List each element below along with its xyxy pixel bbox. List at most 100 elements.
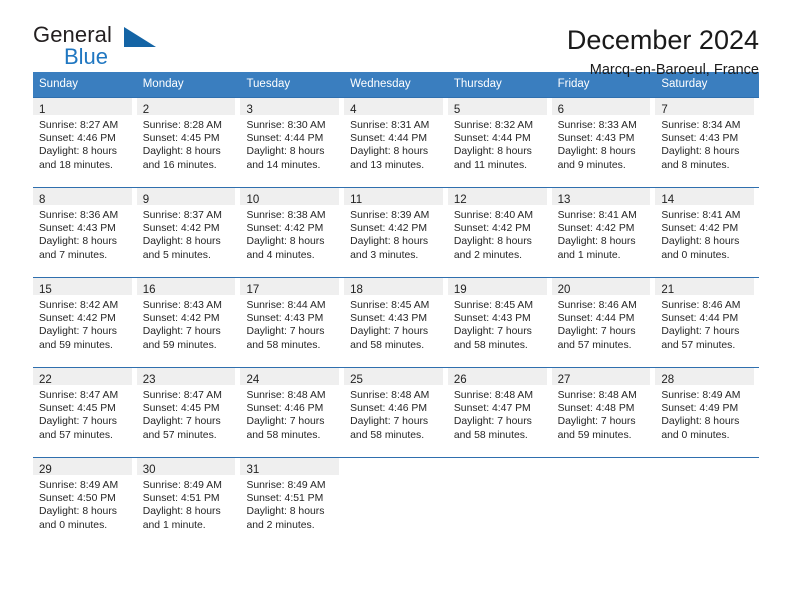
day-cell[interactable]: 9 Sunrise: 8:37 AM Sunset: 4:42 PM Dayli… [136, 187, 241, 277]
day-cell[interactable]: 23 Sunrise: 8:47 AM Sunset: 4:45 PM Dayl… [136, 367, 241, 457]
day-number: 11 [350, 194, 363, 206]
day-cell[interactable]: 6 Sunrise: 8:33 AM Sunset: 4:43 PM Dayli… [551, 97, 656, 187]
sunrise-text: Sunrise: 8:27 AM [39, 120, 119, 131]
day-cell[interactable]: 20 Sunrise: 8:46 AM Sunset: 4:44 PM Dayl… [551, 277, 656, 367]
page-header: General Blue December 2024 Marcq-en-Baro… [33, 0, 759, 78]
day-number: 10 [246, 194, 260, 206]
day-cell[interactable]: 3 Sunrise: 8:30 AM Sunset: 4:44 PM Dayli… [240, 97, 345, 187]
sunset-text: Sunset: 4:45 PM [39, 403, 116, 415]
sunset-text: Sunset: 4:43 PM [350, 313, 427, 325]
day-number-band: 26 [447, 368, 547, 386]
day-cell[interactable]: 12 Sunrise: 8:40 AM Sunset: 4:42 PM Dayl… [447, 187, 552, 277]
daylight-text-line2: and 2 minutes. [453, 249, 523, 261]
daylight-text-line2: and 58 minutes. [453, 429, 528, 441]
day-cell[interactable]: 22 Sunrise: 8:47 AM Sunset: 4:45 PM Dayl… [33, 367, 137, 457]
day-number: 19 [453, 284, 467, 296]
day-number: 14 [661, 194, 675, 206]
day-cell[interactable]: 7 Sunrise: 8:34 AM Sunset: 4:43 PM Dayli… [655, 97, 760, 187]
day-cell[interactable]: 13 Sunrise: 8:41 AM Sunset: 4:42 PM Dayl… [551, 187, 656, 277]
day-cell[interactable]: 18 Sunrise: 8:45 AM Sunset: 4:43 PM Dayl… [344, 277, 448, 367]
day-cell[interactable]: 5 Sunrise: 8:32 AM Sunset: 4:44 PM Dayli… [447, 97, 552, 187]
weekday-header-wednesday: Wednesday [350, 78, 411, 90]
sunrise-text: Sunrise: 8:48 AM [453, 390, 534, 401]
day-info: Sunrise: 8:40 AM Sunset: 4:42 PM Dayligh… [448, 205, 547, 262]
day-number: 30 [142, 464, 156, 476]
daylight-text-line1: Daylight: 8 hours [39, 146, 117, 158]
day-number-band: 18 [344, 278, 443, 296]
day-number-band: 27 [551, 368, 651, 386]
day-number-band: 20 [551, 278, 651, 296]
weekday-header-thursday: Thursday [453, 78, 502, 90]
day-number-band: 3 [240, 98, 340, 116]
day-cell[interactable]: 19 Sunrise: 8:45 AM Sunset: 4:43 PM Dayl… [447, 277, 552, 367]
sunset-text: Sunset: 4:51 PM [246, 493, 324, 505]
daylight-text-line2: and 2 minutes. [246, 519, 315, 531]
day-number: 31 [246, 464, 260, 476]
day-cell[interactable]: 21 Sunrise: 8:46 AM Sunset: 4:44 PM Dayl… [655, 277, 760, 367]
day-cell[interactable]: 26 Sunrise: 8:48 AM Sunset: 4:47 PM Dayl… [447, 367, 552, 457]
week-row: 1 Sunrise: 8:27 AM Sunset: 4:46 PM Dayli… [33, 97, 760, 187]
day-number: 29 [39, 464, 52, 476]
sunrise-text: Sunrise: 8:38 AM [246, 210, 326, 221]
day-number: 22 [39, 374, 52, 386]
daylight-text-line1: Daylight: 7 hours [246, 416, 325, 428]
day-cell[interactable]: 16 Sunrise: 8:43 AM Sunset: 4:42 PM Dayl… [136, 277, 241, 367]
daylight-text-line2: and 5 minutes. [142, 249, 211, 261]
day-cell[interactable]: 25 Sunrise: 8:48 AM Sunset: 4:46 PM Dayl… [344, 367, 448, 457]
day-number-band: 23 [136, 368, 236, 386]
daylight-text-line2: and 58 minutes. [246, 429, 321, 441]
daylight-text-line2: and 16 minutes. [142, 159, 217, 171]
day-number: 1 [39, 104, 46, 116]
daylight-text-line1: Daylight: 7 hours [557, 416, 636, 428]
daylight-text-line1: Daylight: 7 hours [142, 416, 221, 428]
sunrise-text: Sunrise: 8:33 AM [557, 120, 637, 131]
day-cell[interactable]: 15 Sunrise: 8:42 AM Sunset: 4:42 PM Dayl… [33, 277, 137, 367]
sunset-text: Sunset: 4:42 PM [39, 313, 116, 325]
daylight-text-line2: and 8 minutes. [661, 159, 730, 171]
day-info: Sunrise: 8:41 AM Sunset: 4:42 PM Dayligh… [655, 205, 754, 262]
day-cell[interactable]: 27 Sunrise: 8:48 AM Sunset: 4:48 PM Dayl… [551, 367, 656, 457]
sunset-text: Sunset: 4:51 PM [142, 493, 220, 505]
daylight-text-line2: and 14 minutes. [246, 159, 321, 171]
day-cell[interactable]: 24 Sunrise: 8:48 AM Sunset: 4:46 PM Dayl… [240, 367, 345, 457]
sunset-text: Sunset: 4:42 PM [142, 223, 220, 235]
day-number-band: 15 [33, 278, 132, 296]
day-info: Sunrise: 8:31 AM Sunset: 4:44 PM Dayligh… [344, 115, 443, 172]
day-cell-empty [655, 457, 760, 547]
sunset-text: Sunset: 4:44 PM [350, 133, 427, 145]
day-cell[interactable]: 1 Sunrise: 8:27 AM Sunset: 4:46 PM Dayli… [33, 97, 137, 187]
day-cell[interactable]: 4 Sunrise: 8:31 AM Sunset: 4:44 PM Dayli… [344, 97, 448, 187]
day-number-band: 25 [344, 368, 443, 386]
day-cell[interactable]: 8 Sunrise: 8:36 AM Sunset: 4:43 PM Dayli… [33, 187, 137, 277]
day-cell[interactable]: 30 Sunrise: 8:49 AM Sunset: 4:51 PM Dayl… [136, 457, 241, 547]
day-cell[interactable]: 17 Sunrise: 8:44 AM Sunset: 4:43 PM Dayl… [240, 277, 345, 367]
day-cell[interactable]: 28 Sunrise: 8:49 AM Sunset: 4:49 PM Dayl… [655, 367, 760, 457]
daylight-text-line1: Daylight: 8 hours [453, 146, 532, 158]
sunrise-text: Sunrise: 8:32 AM [453, 120, 534, 131]
day-info: Sunrise: 8:42 AM Sunset: 4:42 PM Dayligh… [33, 295, 132, 352]
day-cell[interactable]: 10 Sunrise: 8:38 AM Sunset: 4:42 PM Dayl… [240, 187, 345, 277]
day-cell[interactable]: 2 Sunrise: 8:28 AM Sunset: 4:45 PM Dayli… [136, 97, 241, 187]
day-cell[interactable]: 14 Sunrise: 8:41 AM Sunset: 4:42 PM Dayl… [655, 187, 760, 277]
day-info: Sunrise: 8:39 AM Sunset: 4:42 PM Dayligh… [344, 205, 443, 262]
sunset-text: Sunset: 4:43 PM [661, 133, 739, 145]
sunrise-text: Sunrise: 8:49 AM [142, 480, 222, 491]
sunrise-text: Sunrise: 8:41 AM [557, 210, 637, 221]
day-cell[interactable]: 11 Sunrise: 8:39 AM Sunset: 4:42 PM Dayl… [344, 187, 448, 277]
day-number: 9 [142, 194, 150, 206]
daylight-text-line1: Daylight: 8 hours [557, 146, 636, 158]
day-number-band: 1 [33, 98, 132, 116]
day-number: 21 [661, 284, 675, 296]
day-cell[interactable]: 31 Sunrise: 8:49 AM Sunset: 4:51 PM Dayl… [240, 457, 345, 547]
daylight-text-line1: Daylight: 7 hours [39, 416, 117, 428]
day-number: 28 [661, 374, 675, 386]
sunrise-text: Sunrise: 8:31 AM [350, 120, 430, 131]
day-cell[interactable]: 29 Sunrise: 8:49 AM Sunset: 4:50 PM Dayl… [33, 457, 137, 547]
daylight-text-line2: and 7 minutes. [39, 249, 108, 261]
sunset-text: Sunset: 4:42 PM [246, 223, 324, 235]
day-number-band [344, 458, 443, 475]
daylight-text-line1: Daylight: 8 hours [661, 236, 740, 248]
day-info: Sunrise: 8:49 AM Sunset: 4:50 PM Dayligh… [33, 475, 132, 532]
daylight-text-line2: and 3 minutes. [350, 249, 419, 261]
sunrise-text: Sunrise: 8:28 AM [142, 120, 222, 131]
